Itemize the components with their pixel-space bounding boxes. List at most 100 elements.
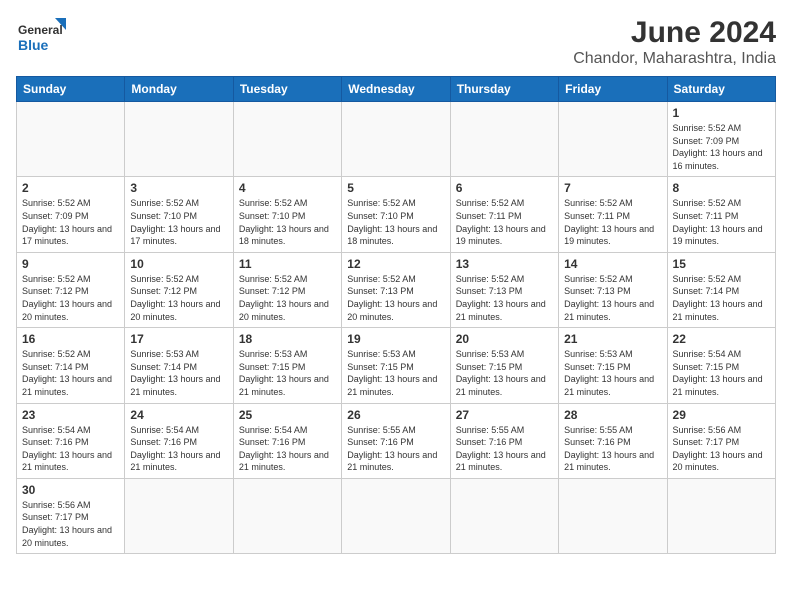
day-info: Sunrise: 5:52 AM Sunset: 7:13 PM Dayligh… xyxy=(456,273,553,323)
day-number: 21 xyxy=(564,332,661,346)
day-of-week-header: Sunday xyxy=(17,77,125,102)
day-of-week-header: Friday xyxy=(559,77,667,102)
day-number: 1 xyxy=(673,106,770,120)
day-number: 6 xyxy=(456,181,553,195)
day-info: Sunrise: 5:54 AM Sunset: 7:16 PM Dayligh… xyxy=(130,424,227,474)
title-area: June 2024 Chandor, Maharashtra, India xyxy=(573,16,776,68)
day-of-week-header: Saturday xyxy=(667,77,775,102)
day-info: Sunrise: 5:53 AM Sunset: 7:15 PM Dayligh… xyxy=(564,348,661,398)
calendar-day-cell: 28Sunrise: 5:55 AM Sunset: 7:16 PM Dayli… xyxy=(559,403,667,478)
day-info: Sunrise: 5:52 AM Sunset: 7:09 PM Dayligh… xyxy=(22,197,119,247)
day-number: 27 xyxy=(456,408,553,422)
day-info: Sunrise: 5:52 AM Sunset: 7:10 PM Dayligh… xyxy=(347,197,444,247)
calendar-day-cell: 25Sunrise: 5:54 AM Sunset: 7:16 PM Dayli… xyxy=(233,403,341,478)
day-info: Sunrise: 5:55 AM Sunset: 7:16 PM Dayligh… xyxy=(564,424,661,474)
calendar-day-cell: 24 Sunrise: 5:54 AM Sunset: 7:16 PM Dayli… xyxy=(125,403,233,478)
day-number: 25 xyxy=(239,408,336,422)
day-info: Sunrise: 5:55 AM Sunset: 7:16 PM Dayligh… xyxy=(347,424,444,474)
days-of-week-row: SundayMondayTuesdayWednesdayThursdayFrid… xyxy=(17,77,776,102)
day-number: 5 xyxy=(347,181,444,195)
day-info: Sunrise: 5:52 AM Sunset: 7:12 PM Dayligh… xyxy=(239,273,336,323)
day-number: 20 xyxy=(456,332,553,346)
calendar-day-cell xyxy=(559,102,667,177)
day-number: 10 xyxy=(130,257,227,271)
day-info: Sunrise: 5:52 AM Sunset: 7:12 PM Dayligh… xyxy=(130,273,227,323)
calendar-day-cell: 19 Sunrise: 5:53 AM Sunset: 7:15 PM Dayli… xyxy=(342,328,450,403)
calendar-day-cell: 20Sunrise: 5:53 AM Sunset: 7:15 PM Dayli… xyxy=(450,328,558,403)
day-info: Sunrise: 5:53 AM Sunset: 7:15 PM Dayligh… xyxy=(239,348,336,398)
calendar-table: SundayMondayTuesdayWednesdayThursdayFrid… xyxy=(16,76,776,554)
day-info: Sunrise: 5:56 AM Sunset: 7:17 PM Dayligh… xyxy=(22,499,119,549)
calendar-day-cell xyxy=(342,478,450,553)
calendar-day-cell: 3 Sunrise: 5:52 AM Sunset: 7:10 PM Daylig… xyxy=(125,177,233,252)
logo-svg: General Blue xyxy=(16,16,66,58)
calendar-day-cell: 7 Sunrise: 5:52 AM Sunset: 7:11 PM Daylig… xyxy=(559,177,667,252)
calendar-day-cell: 26 Sunrise: 5:55 AM Sunset: 7:16 PM Dayli… xyxy=(342,403,450,478)
day-info: Sunrise: 5:54 AM Sunset: 7:16 PM Dayligh… xyxy=(22,424,119,474)
day-number: 18 xyxy=(239,332,336,346)
day-info: Sunrise: 5:52 AM Sunset: 7:11 PM Dayligh… xyxy=(456,197,553,247)
day-number: 19 xyxy=(347,332,444,346)
calendar-day-cell: 4 Sunrise: 5:52 AM Sunset: 7:10 PM Daylig… xyxy=(233,177,341,252)
calendar-day-cell: 27Sunrise: 5:55 AM Sunset: 7:16 PM Dayli… xyxy=(450,403,558,478)
svg-text:Blue: Blue xyxy=(18,37,49,53)
day-number: 4 xyxy=(239,181,336,195)
calendar-day-cell xyxy=(125,478,233,553)
calendar-day-cell: 15 Sunrise: 5:52 AM Sunset: 7:14 PM Dayli… xyxy=(667,252,775,327)
day-number: 22 xyxy=(673,332,770,346)
day-of-week-header: Thursday xyxy=(450,77,558,102)
day-info: Sunrise: 5:52 AM Sunset: 7:11 PM Dayligh… xyxy=(673,197,770,247)
calendar-day-cell xyxy=(233,102,341,177)
day-number: 17 xyxy=(130,332,227,346)
calendar-body: 1 Sunrise: 5:52 AM Sunset: 7:09 PM Daylig… xyxy=(17,102,776,554)
calendar-day-cell: 29Sunrise: 5:56 AM Sunset: 7:17 PM Dayli… xyxy=(667,403,775,478)
day-info: Sunrise: 5:52 AM Sunset: 7:10 PM Dayligh… xyxy=(239,197,336,247)
day-info: Sunrise: 5:52 AM Sunset: 7:10 PM Dayligh… xyxy=(130,197,227,247)
calendar-day-cell xyxy=(17,102,125,177)
day-number: 7 xyxy=(564,181,661,195)
calendar-day-cell xyxy=(450,478,558,553)
calendar-day-cell: 10 Sunrise: 5:52 AM Sunset: 7:12 PM Dayli… xyxy=(125,252,233,327)
day-info: Sunrise: 5:52 AM Sunset: 7:11 PM Dayligh… xyxy=(564,197,661,247)
day-number: 23 xyxy=(22,408,119,422)
calendar-day-cell: 6 Sunrise: 5:52 AM Sunset: 7:11 PM Daylig… xyxy=(450,177,558,252)
calendar-day-cell: 14Sunrise: 5:52 AM Sunset: 7:13 PM Dayli… xyxy=(559,252,667,327)
logo: General Blue xyxy=(16,16,66,58)
day-info: Sunrise: 5:52 AM Sunset: 7:13 PM Dayligh… xyxy=(564,273,661,323)
calendar-day-cell: 2 Sunrise: 5:52 AM Sunset: 7:09 PM Daylig… xyxy=(17,177,125,252)
day-number: 3 xyxy=(130,181,227,195)
day-number: 24 xyxy=(130,408,227,422)
day-number: 30 xyxy=(22,483,119,497)
day-info: Sunrise: 5:56 AM Sunset: 7:17 PM Dayligh… xyxy=(673,424,770,474)
day-number: 16 xyxy=(22,332,119,346)
calendar-day-cell xyxy=(125,102,233,177)
day-info: Sunrise: 5:53 AM Sunset: 7:14 PM Dayligh… xyxy=(130,348,227,398)
day-number: 8 xyxy=(673,181,770,195)
calendar-day-cell xyxy=(559,478,667,553)
day-info: Sunrise: 5:52 AM Sunset: 7:09 PM Dayligh… xyxy=(673,122,770,172)
calendar-day-cell: 23 Sunrise: 5:54 AM Sunset: 7:16 PM Dayli… xyxy=(17,403,125,478)
day-number: 9 xyxy=(22,257,119,271)
day-number: 26 xyxy=(347,408,444,422)
calendar-week-row: 2 Sunrise: 5:52 AM Sunset: 7:09 PM Daylig… xyxy=(17,177,776,252)
day-info: Sunrise: 5:52 AM Sunset: 7:14 PM Dayligh… xyxy=(673,273,770,323)
day-number: 15 xyxy=(673,257,770,271)
day-number: 13 xyxy=(456,257,553,271)
calendar-day-cell xyxy=(342,102,450,177)
calendar-day-cell: 17 Sunrise: 5:53 AM Sunset: 7:14 PM Dayli… xyxy=(125,328,233,403)
day-info: Sunrise: 5:53 AM Sunset: 7:15 PM Dayligh… xyxy=(347,348,444,398)
calendar-day-cell: 13 Sunrise: 5:52 AM Sunset: 7:13 PM Dayli… xyxy=(450,252,558,327)
calendar-day-cell xyxy=(450,102,558,177)
month-year-title: June 2024 xyxy=(573,16,776,50)
day-number: 12 xyxy=(347,257,444,271)
svg-text:General: General xyxy=(18,23,63,37)
calendar-week-row: 9 Sunrise: 5:52 AM Sunset: 7:12 PM Daylig… xyxy=(17,252,776,327)
calendar-week-row: 30 Sunrise: 5:56 AM Sunset: 7:17 PM Dayli… xyxy=(17,478,776,553)
calendar-day-cell: 5 Sunrise: 5:52 AM Sunset: 7:10 PM Daylig… xyxy=(342,177,450,252)
calendar-header: SundayMondayTuesdayWednesdayThursdayFrid… xyxy=(17,77,776,102)
calendar-day-cell: 16Sunrise: 5:52 AM Sunset: 7:14 PM Dayli… xyxy=(17,328,125,403)
calendar-week-row: 1 Sunrise: 5:52 AM Sunset: 7:09 PM Daylig… xyxy=(17,102,776,177)
calendar-day-cell: 30 Sunrise: 5:56 AM Sunset: 7:17 PM Dayli… xyxy=(17,478,125,553)
day-number: 2 xyxy=(22,181,119,195)
calendar-day-cell xyxy=(233,478,341,553)
